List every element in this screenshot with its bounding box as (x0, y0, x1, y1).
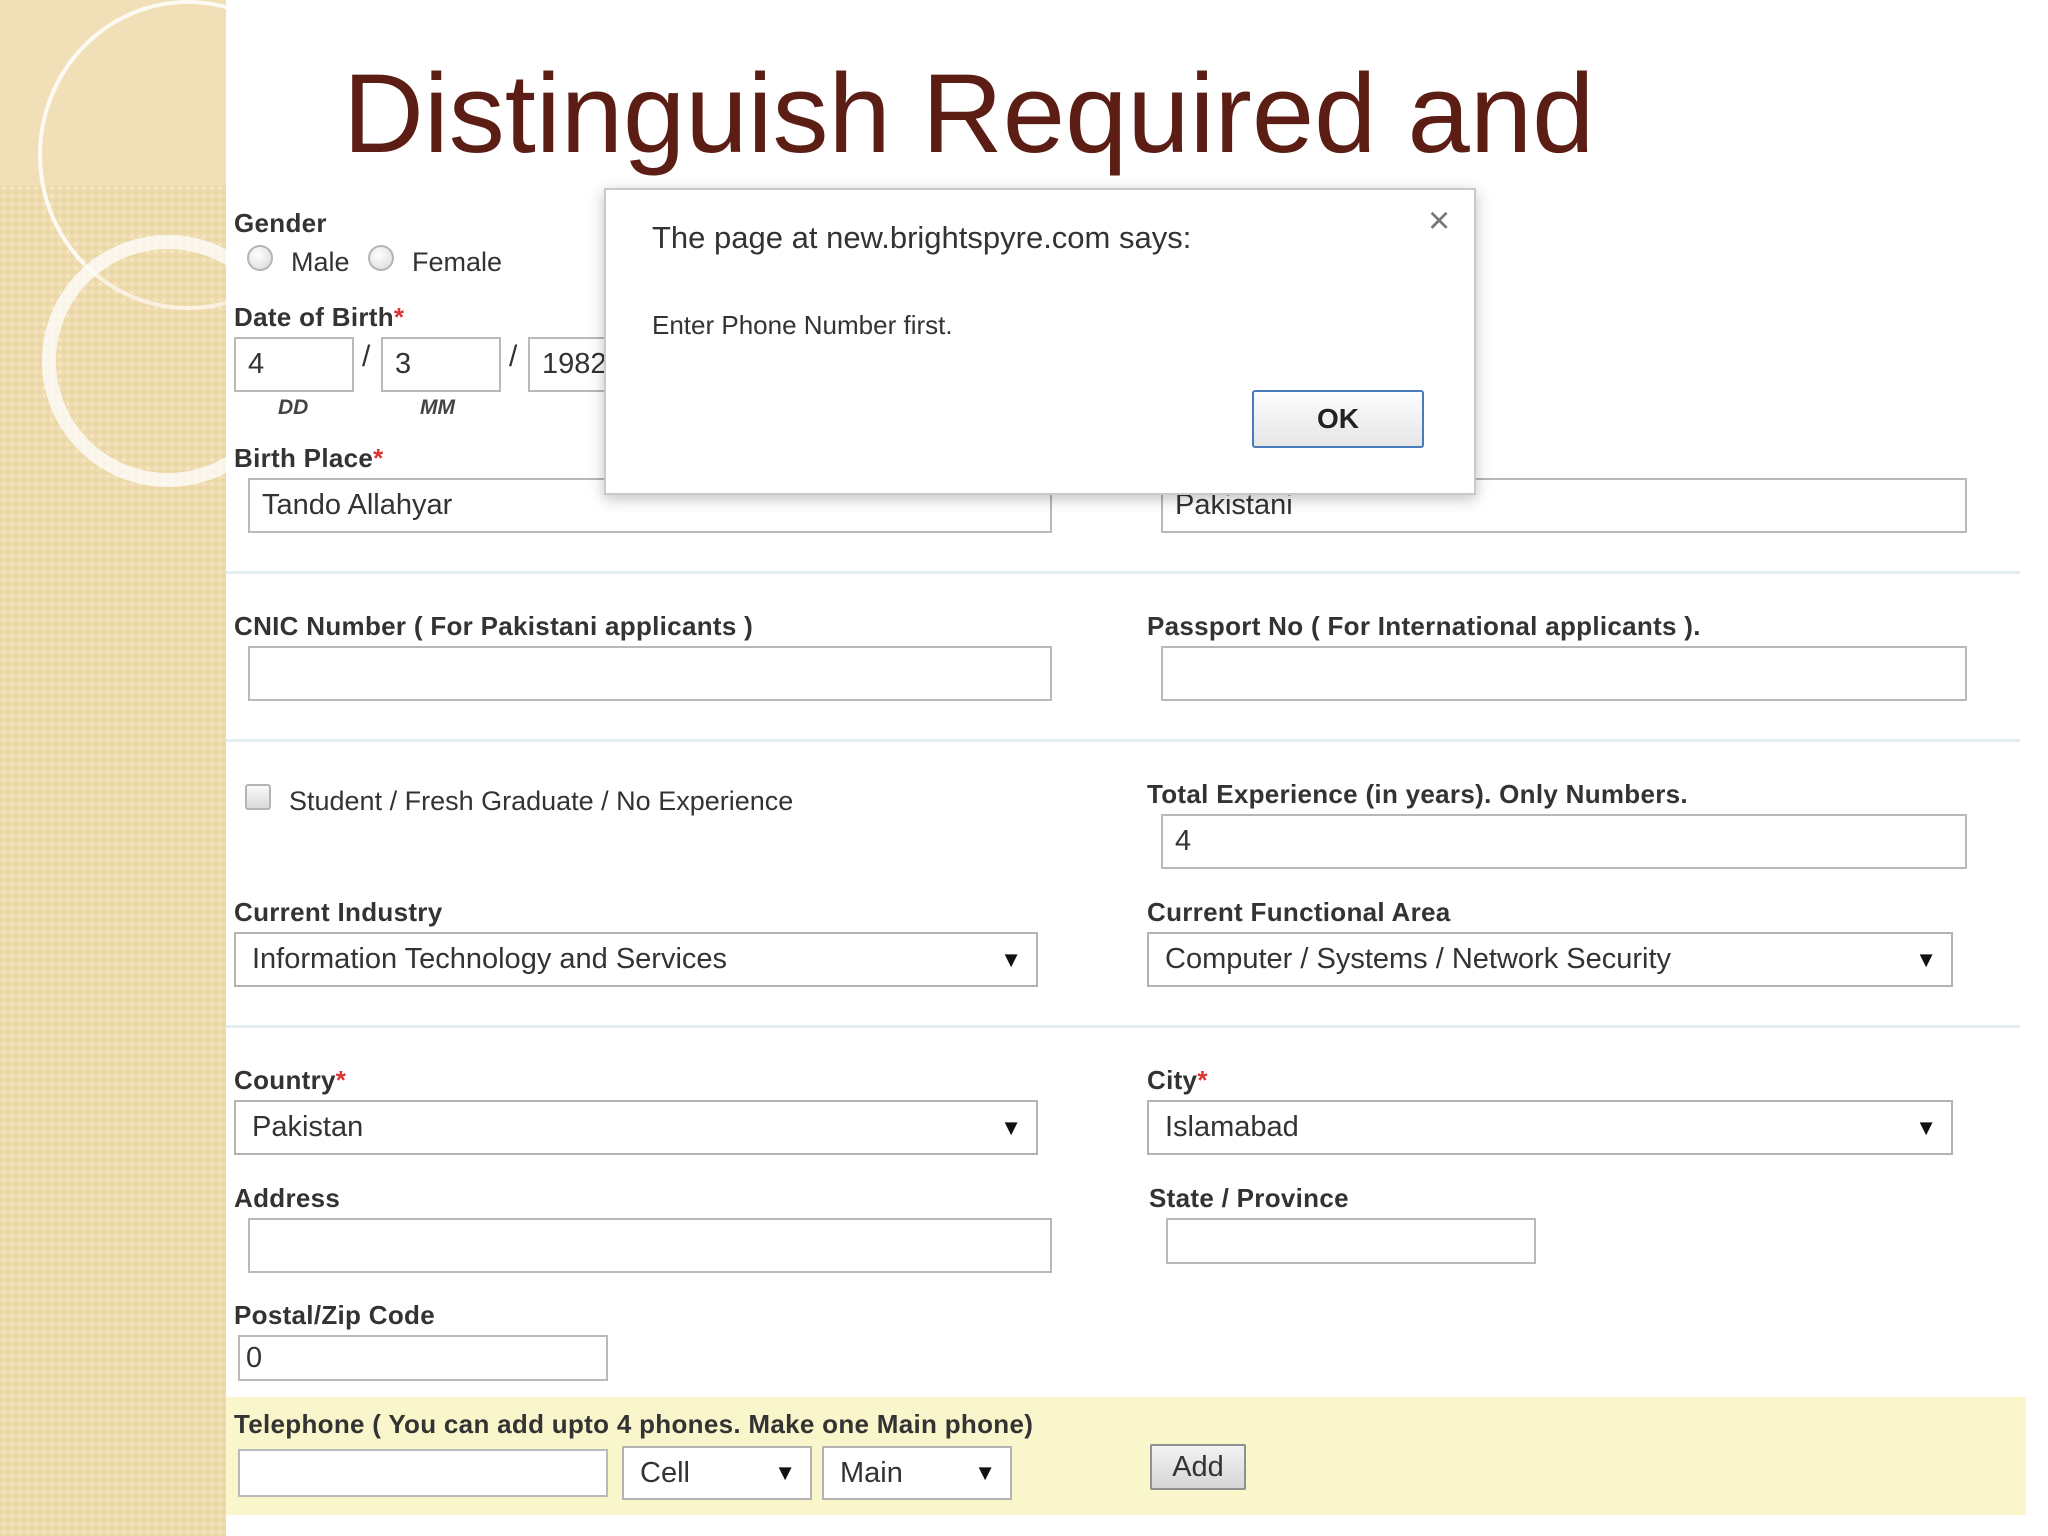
passport-label: Passport No ( For International applican… (1147, 611, 1701, 641)
student-checkbox[interactable] (245, 784, 271, 810)
dialog-title: The page at new.brightspyre.com says: (652, 220, 1192, 255)
dob-day-input[interactable]: 4 (234, 337, 354, 392)
dob-day-hint: DD (278, 396, 309, 419)
close-icon[interactable]: × (1428, 202, 1450, 240)
birth-place-label: Birth Place* (234, 443, 384, 474)
gender-label: Gender (234, 208, 327, 238)
student-checkbox-label: Student / Fresh Graduate / No Experience (289, 786, 794, 816)
postal-input[interactable]: 0 (238, 1335, 608, 1381)
country-select-value: Pakistan (252, 1111, 364, 1143)
postal-label: Postal/Zip Code (234, 1300, 435, 1330)
passport-input[interactable] (1161, 646, 1967, 701)
phone-priority-select-value: Main (840, 1456, 903, 1489)
ok-button[interactable]: OK (1252, 390, 1424, 448)
city-label-text: City (1147, 1065, 1198, 1095)
dropdown-arrow-icon: ▼ (1000, 946, 1022, 972)
state-label: State / Province (1149, 1183, 1349, 1213)
cnic-input[interactable] (248, 646, 1052, 701)
functional-area-select[interactable]: Computer / Systems / Network Security ▼ (1147, 932, 1953, 987)
dropdown-arrow-icon: ▼ (774, 1460, 796, 1485)
state-input[interactable] (1166, 1218, 1536, 1264)
address-label: Address (234, 1183, 341, 1213)
slide-title: Distinguish Required and (343, 51, 1595, 176)
industry-label: Current Industry (234, 897, 443, 927)
experience-label: Total Experience (in years). Only Number… (1147, 779, 1688, 809)
experience-input[interactable]: 4 (1161, 814, 1967, 869)
city-label: City* (1147, 1065, 1208, 1096)
add-phone-button[interactable]: Add (1150, 1444, 1246, 1490)
section-divider (226, 1025, 2020, 1028)
section-divider (226, 739, 2020, 742)
phone-type-select-value: Cell (640, 1456, 690, 1489)
dob-month-input[interactable]: 3 (381, 337, 501, 392)
telephone-number-input[interactable] (238, 1449, 608, 1497)
dob-month-hint: MM (420, 396, 455, 419)
cnic-label: CNIC Number ( For Pakistani applicants ) (234, 611, 754, 641)
required-marker: * (393, 302, 405, 332)
city-select-value: Islamabad (1165, 1111, 1299, 1143)
required-marker: * (373, 443, 384, 473)
female-radio-label: Female (412, 247, 503, 277)
required-marker: * (1197, 1065, 1208, 1095)
industry-select[interactable]: Information Technology and Services ▼ (234, 932, 1038, 987)
male-radio-label: Male (291, 247, 350, 277)
dob-separator: / (509, 340, 518, 373)
dropdown-arrow-icon: ▼ (974, 1460, 996, 1485)
dob-separator: / (362, 340, 371, 373)
dropdown-arrow-icon: ▼ (1915, 946, 1937, 972)
country-select[interactable]: Pakistan ▼ (234, 1100, 1038, 1155)
city-select[interactable]: Islamabad ▼ (1147, 1100, 1953, 1155)
telephone-label: Telephone ( You can add upto 4 phones. M… (234, 1409, 1034, 1439)
country-label-text: Country (234, 1065, 336, 1095)
industry-select-value: Information Technology and Services (252, 943, 728, 975)
dropdown-arrow-icon: ▼ (1915, 1114, 1937, 1140)
male-radio[interactable] (247, 245, 273, 271)
phone-type-select[interactable]: Cell ▼ (622, 1446, 812, 1500)
dob-label: Date of Birth* (234, 302, 404, 333)
dob-label-text: Date of Birth (234, 302, 394, 332)
section-divider (226, 571, 2020, 574)
functional-area-select-value: Computer / Systems / Network Security (1165, 943, 1672, 975)
country-label: Country* (234, 1065, 346, 1096)
required-marker: * (335, 1065, 347, 1095)
female-radio[interactable] (368, 245, 394, 271)
dropdown-arrow-icon: ▼ (1000, 1114, 1022, 1140)
functional-area-label: Current Functional Area (1147, 897, 1451, 927)
address-input[interactable] (248, 1218, 1052, 1273)
alert-dialog: The page at new.brightspyre.com says: × … (604, 188, 1476, 495)
birth-place-label-text: Birth Place (234, 443, 374, 473)
dialog-message: Enter Phone Number first. (652, 310, 953, 340)
phone-priority-select[interactable]: Main ▼ (822, 1446, 1012, 1500)
